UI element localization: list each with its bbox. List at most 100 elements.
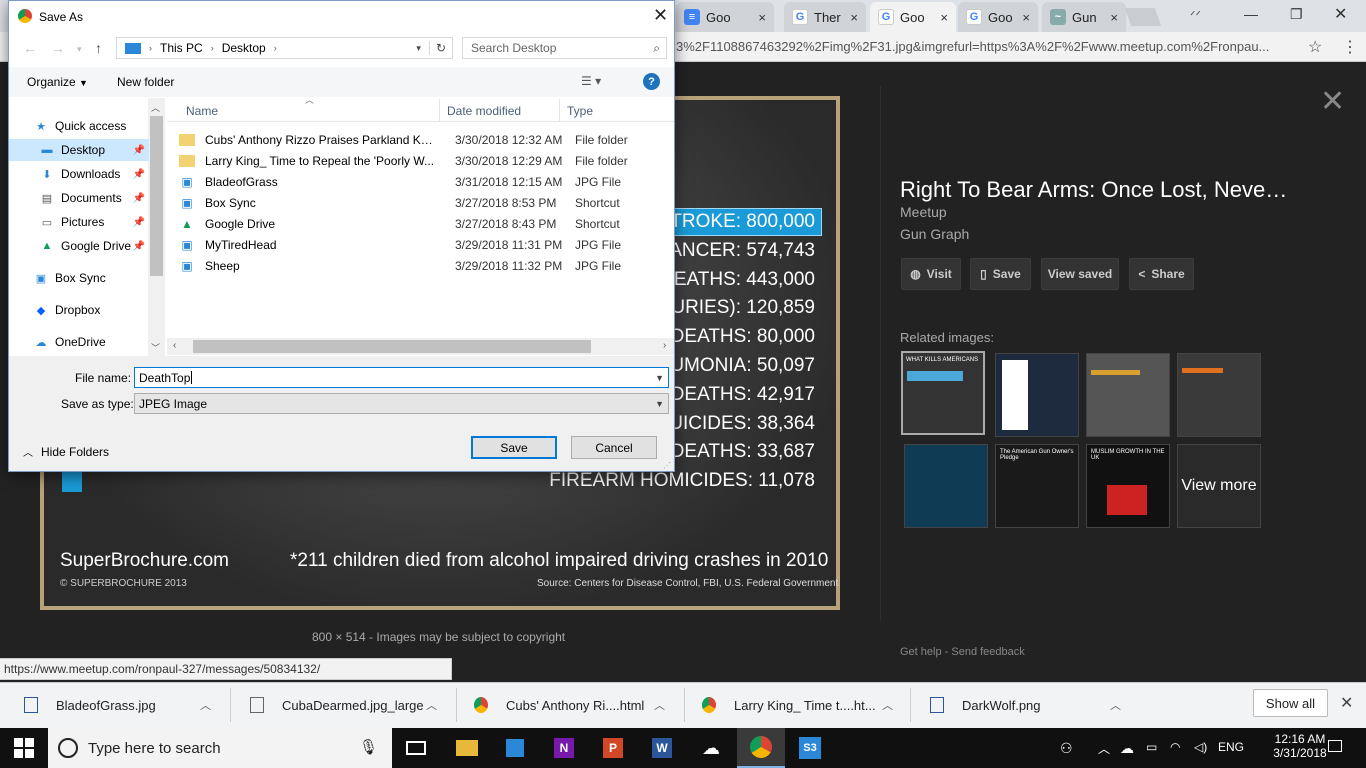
file-row[interactable]: Cubs' Anthony Rizzo Praises Parkland Kid…: [179, 129, 669, 150]
column-date[interactable]: Date modified: [447, 104, 521, 118]
download-bar-close-icon[interactable]: ✕: [1340, 693, 1353, 713]
file-row[interactable]: ▣ Sheep 3/29/2018 11:32 PM JPG File: [179, 255, 669, 276]
related-thumb-4[interactable]: [1177, 353, 1261, 437]
refresh-icon[interactable]: ↻: [428, 41, 452, 55]
view-options-icon[interactable]: ☰ ▾: [581, 74, 601, 88]
onedrive-icon[interactable]: ☁: [687, 728, 735, 768]
address-breadcrumb[interactable]: › This PC › Desktop › ▾ ↻: [116, 37, 453, 59]
download-item-2[interactable]: CubaDearmed.jpg_large ︿: [250, 690, 437, 720]
scroll-up-icon[interactable]: ︿: [151, 101, 160, 114]
file-row[interactable]: ▣ Box Sync 3/27/2018 8:53 PM Shortcut: [179, 192, 669, 213]
file-row[interactable]: ▣ MyTiredHead 3/29/2018 11:31 PM JPG File: [179, 234, 669, 255]
column-type[interactable]: Type: [567, 104, 593, 118]
show-all-button[interactable]: Show all: [1253, 689, 1328, 717]
related-thumb-1[interactable]: WHAT KILLS AMERICANS: [901, 351, 985, 435]
resize-grip-icon[interactable]: ⋰: [663, 461, 671, 470]
up-arrow-icon[interactable]: ↑: [95, 40, 102, 56]
browser-tab-4[interactable]: G Goo ×: [958, 2, 1038, 32]
close-icon[interactable]: ×: [934, 10, 948, 25]
nav-item-dropbox[interactable]: ◆ Dropbox: [9, 299, 149, 321]
browser-tab-3[interactable]: G Goo ×: [870, 2, 956, 32]
view-more-thumb[interactable]: View more: [1177, 444, 1261, 528]
related-thumb-7[interactable]: MUSLIM GROWTH IN THE UK: [1086, 444, 1170, 528]
task-view-icon[interactable]: [392, 728, 440, 768]
nav-item-google-drive[interactable]: ▲ Google Drive 📌: [9, 235, 149, 257]
window-close-icon[interactable]: ✕: [1334, 4, 1347, 24]
organize-button[interactable]: Organize ▼: [27, 75, 88, 89]
close-icon[interactable]: ×: [1016, 10, 1030, 25]
onenote-icon[interactable]: N: [540, 728, 588, 768]
menu-icon[interactable]: ⋮: [1342, 37, 1358, 57]
get-help-link[interactable]: Get help: [900, 646, 942, 658]
chevron-up-icon[interactable]: ︿: [654, 697, 665, 713]
forward-arrow-icon[interactable]: →: [51, 40, 65, 56]
scroll-down-icon[interactable]: ﹀: [151, 341, 160, 354]
minimize-icon[interactable]: —: [1244, 6, 1258, 22]
nav-item-downloads[interactable]: ⬇ Downloads 📌: [9, 163, 149, 185]
chevron-down-icon[interactable]: ▼: [655, 373, 664, 383]
chevron-up-icon[interactable]: ︿: [1098, 740, 1110, 757]
file-row[interactable]: ▣ BladeofGrass 3/31/2018 12:15 AM JPG File: [179, 171, 669, 192]
file-explorer-icon[interactable]: [443, 728, 491, 768]
people-icon[interactable]: ⚇: [1060, 740, 1073, 757]
browser-tab-2[interactable]: G Ther ×: [784, 2, 866, 32]
download-item-3[interactable]: Cubs' Anthony Ri....html ︿: [474, 690, 665, 720]
profile-icon[interactable]: ᐟᐟ: [1190, 8, 1201, 24]
close-icon[interactable]: ×: [752, 10, 766, 25]
breadcrumb-desktop[interactable]: Desktop: [222, 41, 266, 55]
chevron-up-icon[interactable]: ︿: [1110, 697, 1121, 713]
notifications-icon[interactable]: [1328, 740, 1342, 752]
browser-tab-5[interactable]: ~ Gun ×: [1042, 2, 1126, 32]
bookmark-star-icon[interactable]: ☆: [1308, 37, 1322, 57]
column-divider[interactable]: [559, 99, 560, 121]
word-icon[interactable]: W: [638, 728, 686, 768]
windows-start-icon[interactable]: [14, 738, 34, 758]
hide-folders-toggle[interactable]: ︿ Hide Folders: [23, 444, 109, 460]
related-thumb-2[interactable]: [995, 353, 1079, 437]
cloud-icon[interactable]: ☁: [1120, 740, 1134, 757]
save-type-select[interactable]: JPEG Image ▼: [134, 393, 669, 414]
wifi-icon[interactable]: ◠: [1170, 740, 1180, 754]
column-divider[interactable]: [439, 99, 440, 121]
close-icon[interactable]: ×: [844, 10, 858, 25]
download-item-5[interactable]: DarkWolf.png ︿: [930, 690, 1121, 720]
s3-app-icon[interactable]: S3: [786, 728, 834, 768]
chevron-up-icon[interactable]: ︿: [882, 697, 893, 713]
chevron-up-icon[interactable]: ︿: [426, 697, 437, 713]
download-item-4[interactable]: Larry King_ Time t....ht... ︿: [702, 690, 893, 720]
restore-icon[interactable]: ❐: [1290, 6, 1303, 23]
nav-item-pictures[interactable]: ▭ Pictures 📌: [9, 211, 149, 233]
store-icon[interactable]: [491, 728, 539, 768]
related-thumb-6[interactable]: The American Gun Owner's Pledge: [995, 444, 1079, 528]
back-arrow-icon[interactable]: ←: [23, 40, 37, 56]
new-tab-button[interactable]: [1124, 8, 1162, 26]
help-icon[interactable]: ?: [643, 73, 660, 90]
breadcrumb-this-pc[interactable]: This PC: [160, 41, 203, 55]
language-indicator[interactable]: ENG: [1218, 740, 1244, 754]
recent-locations-icon[interactable]: ▾: [77, 44, 82, 55]
nav-item-quick-access[interactable]: ★ Quick access: [9, 115, 149, 137]
related-thumb-5[interactable]: [904, 444, 988, 528]
chevron-down-icon[interactable]: ▾: [416, 43, 421, 54]
address-bar-url[interactable]: 3%2F1108867463292%2Fimg%2F31.jpg&imgrefu…: [676, 39, 1302, 57]
result-title[interactable]: Right To Bear Arms: Once Lost, Neve…: [900, 177, 1320, 203]
share-button[interactable]: < Share: [1129, 258, 1194, 290]
scroll-left-icon[interactable]: ‹: [173, 340, 176, 351]
nav-item-desktop[interactable]: ▬ Desktop 📌: [9, 139, 149, 161]
chevron-up-icon[interactable]: ︿: [200, 697, 211, 713]
view-saved-button[interactable]: View saved: [1041, 258, 1119, 290]
nav-item-documents[interactable]: ▤ Documents 📌: [9, 187, 149, 209]
send-feedback-link[interactable]: Send feedback: [951, 646, 1024, 658]
panel-close-icon[interactable]: ✕: [1320, 84, 1345, 119]
save-button[interactable]: Save: [471, 436, 557, 459]
dialog-search-input[interactable]: Search Desktop ⌕: [462, 37, 667, 59]
taskbar-search-box[interactable]: Type here to search 🎙: [48, 728, 392, 768]
related-thumb-3[interactable]: [1086, 353, 1170, 437]
download-item-1[interactable]: BladeofGrass.jpg ︿: [24, 690, 211, 720]
microphone-icon[interactable]: 🎙: [359, 738, 378, 756]
scroll-right-icon[interactable]: ›: [663, 340, 666, 351]
dialog-close-icon[interactable]: ✕: [653, 5, 668, 26]
visit-button[interactable]: ◍ Visit: [901, 258, 961, 290]
cancel-button[interactable]: Cancel: [571, 436, 657, 459]
chrome-taskbar-icon[interactable]: [737, 728, 785, 768]
